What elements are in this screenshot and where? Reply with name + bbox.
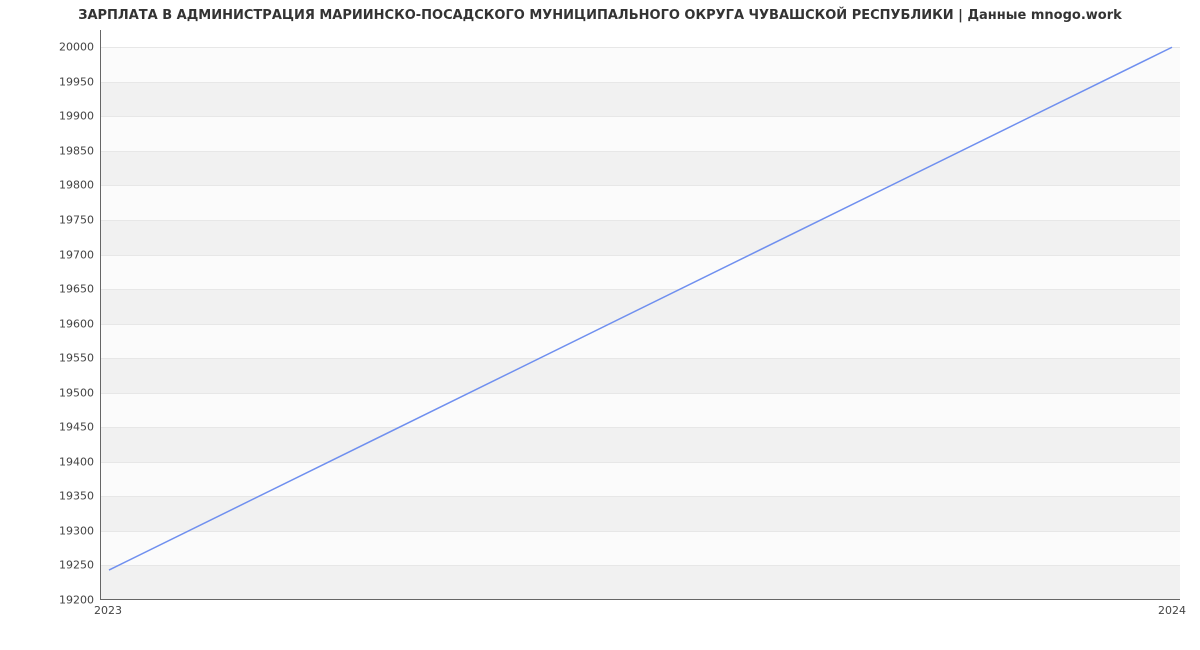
y-tick-label: 19550 (14, 352, 94, 365)
chart-container: ЗАРПЛАТА В АДМИНИСТРАЦИЯ МАРИИНСКО-ПОСАД… (0, 0, 1200, 650)
y-tick-label: 19200 (14, 594, 94, 607)
y-tick-label: 19950 (14, 75, 94, 88)
y-tick-label: 19800 (14, 179, 94, 192)
y-tick-label: 19450 (14, 421, 94, 434)
y-tick-label: 19700 (14, 248, 94, 261)
plot-area (100, 30, 1180, 600)
line-series (101, 30, 1180, 599)
y-tick-label: 19300 (14, 524, 94, 537)
y-tick-label: 19350 (14, 490, 94, 503)
y-tick-label: 19650 (14, 283, 94, 296)
y-tick-label: 19750 (14, 214, 94, 227)
y-tick-label: 19900 (14, 110, 94, 123)
y-tick-label: 20000 (14, 41, 94, 54)
y-tick-label: 19850 (14, 144, 94, 157)
y-tick-label: 19250 (14, 559, 94, 572)
y-tick-label: 19600 (14, 317, 94, 330)
y-tick-label: 19500 (14, 386, 94, 399)
x-tick-label: 2023 (94, 604, 122, 617)
chart-title: ЗАРПЛАТА В АДМИНИСТРАЦИЯ МАРИИНСКО-ПОСАД… (0, 8, 1200, 23)
y-tick-label: 19400 (14, 455, 94, 468)
series-line (109, 47, 1172, 570)
x-tick-label: 2024 (1158, 604, 1186, 617)
